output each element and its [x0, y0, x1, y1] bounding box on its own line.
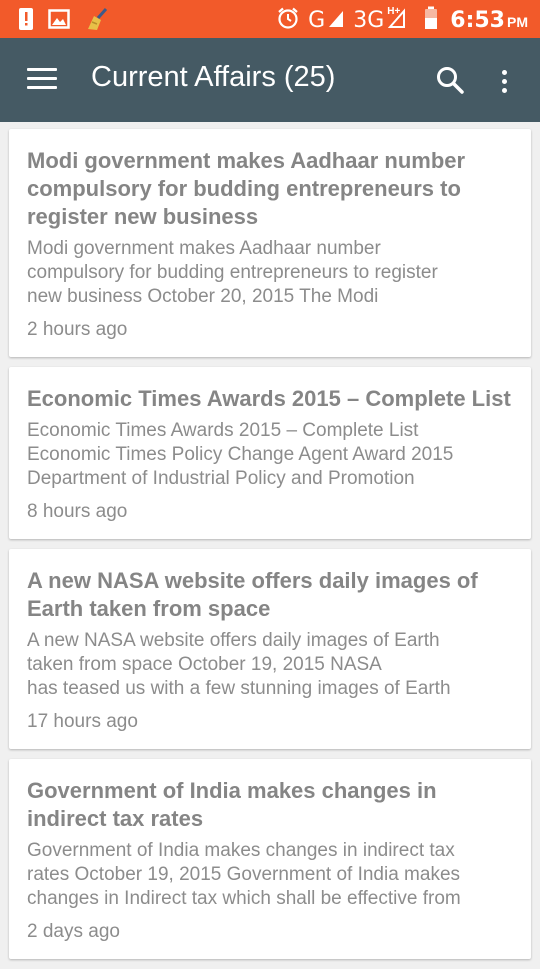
broom-icon — [84, 7, 110, 36]
article-title: A new NASA website offers daily images o… — [27, 568, 478, 621]
article-card[interactable]: A new NASA website offers daily images o… — [9, 549, 531, 749]
clock-time: 6:53 — [450, 8, 505, 33]
excerpt-line: Government of India makes changes in ind… — [27, 840, 455, 861]
article-title: Modi government makes Aadhaar number com… — [27, 148, 466, 229]
excerpt-line: taken from space October 19, 2015 NASA — [27, 654, 382, 675]
article-timestamp: 2 hours ago — [27, 319, 128, 340]
article-excerpt: A new NASA website offers daily images o… — [27, 629, 513, 701]
article-excerpt: Modi government makes Aadhaar number com… — [27, 237, 513, 309]
article-card[interactable]: Economic Times Awards 2015 – Complete Li… — [9, 367, 531, 539]
signal-icon — [327, 8, 345, 33]
article-title: Economic Times Awards 2015 – Complete Li… — [27, 386, 511, 411]
excerpt-line: A new NASA website offers daily images o… — [27, 630, 440, 651]
excerpt-line: Economic Times Awards 2015 – Complete Li… — [27, 420, 419, 441]
network-3g-sup: H+ — [387, 6, 401, 17]
app-bar: Current Affairs (25) — [0, 38, 540, 122]
clock-ampm: PM — [507, 14, 528, 30]
status-bar: G 3G H+ 6:53 PM — [0, 0, 540, 38]
article-excerpt: Economic Times Awards 2015 – Complete Li… — [27, 419, 513, 491]
menu-icon[interactable] — [27, 68, 57, 92]
image-icon — [48, 9, 70, 34]
excerpt-line: changes in Indirect tax which shall be e… — [27, 888, 461, 909]
excerpt-line: rates October 19, 2015 Government of Ind… — [27, 864, 461, 885]
excerpt-line: Economic Times Policy Change Agent Award… — [27, 444, 454, 465]
alert-icon — [18, 7, 34, 36]
article-card[interactable]: Modi government makes Aadhaar number com… — [9, 129, 531, 357]
article-card[interactable]: Government of India makes changes in ind… — [9, 759, 531, 959]
search-icon[interactable] — [434, 64, 466, 96]
excerpt-line: new business October 20, 2015 The Modi — [27, 286, 379, 307]
excerpt-line: has teased us with a few stunning images… — [27, 678, 451, 699]
article-excerpt: Government of India makes changes in ind… — [27, 839, 513, 911]
article-list: Modi government makes Aadhaar number com… — [9, 129, 531, 969]
more-vert-icon[interactable] — [494, 64, 514, 96]
article-timestamp: 17 hours ago — [27, 711, 138, 732]
article-title: Government of India makes changes in ind… — [27, 778, 437, 831]
network-g-label: G — [308, 8, 326, 33]
page-title: Current Affairs (25) — [91, 61, 336, 93]
battery-icon — [424, 6, 438, 35]
network-3g-label: 3G — [353, 8, 385, 33]
article-timestamp: 2 days ago — [27, 921, 120, 942]
alarm-icon — [276, 6, 300, 35]
excerpt-line: Department of Industrial Policy and Prom… — [27, 468, 415, 489]
article-timestamp: 8 hours ago — [27, 501, 128, 522]
excerpt-line: Modi government makes Aadhaar number — [27, 238, 381, 259]
excerpt-line: compulsory for budding entrepreneurs to … — [27, 262, 438, 283]
